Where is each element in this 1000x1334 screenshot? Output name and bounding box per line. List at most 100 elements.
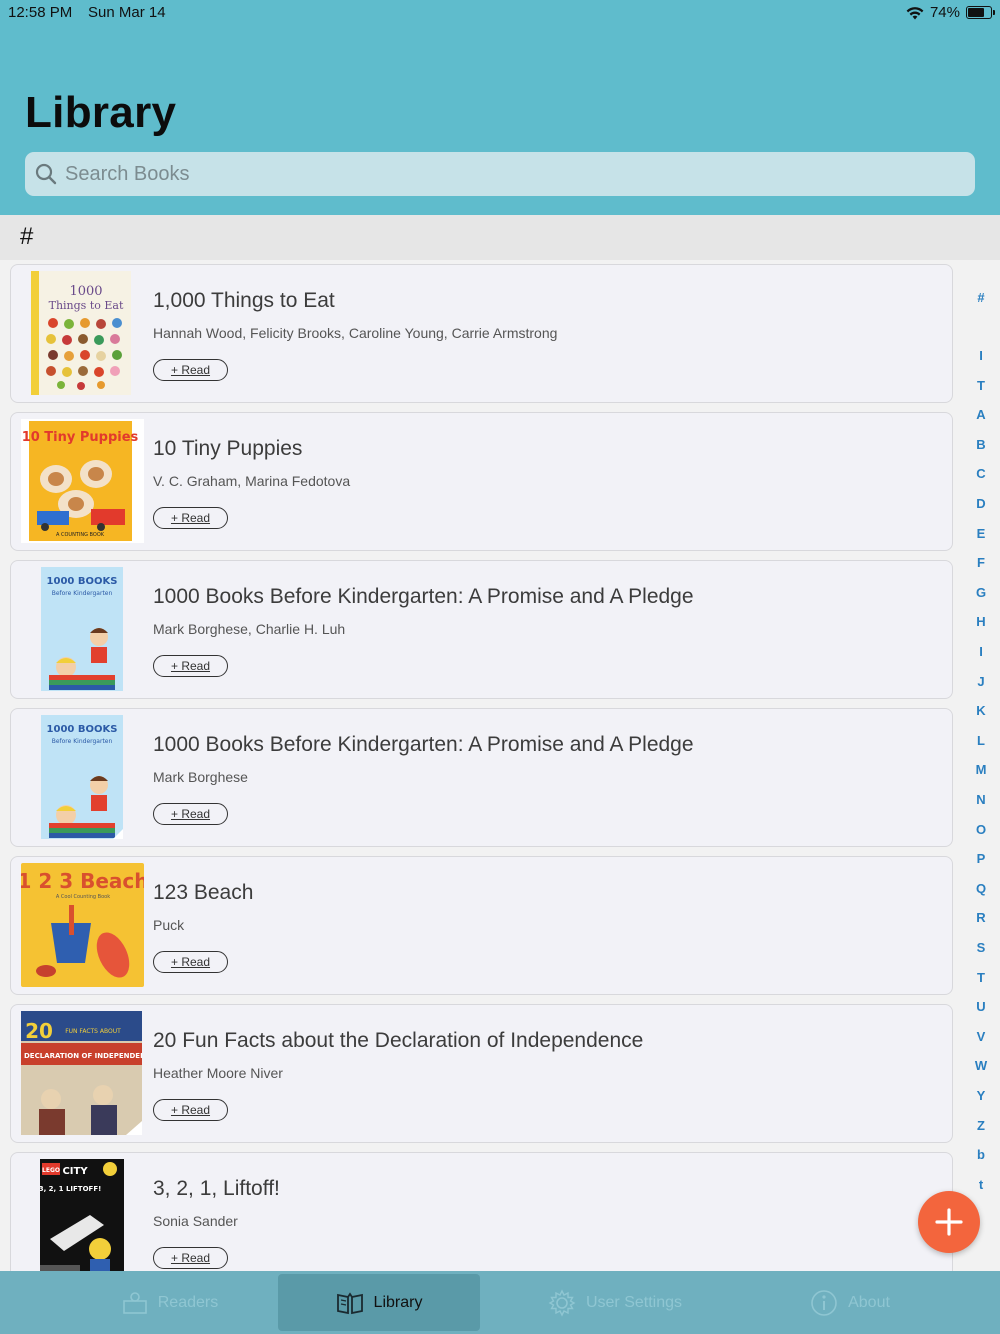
svg-text:Before Kindergarten: Before Kindergarten [52, 590, 113, 597]
book-title[interactable]: 10 Tiny Puppies [153, 437, 302, 461]
svg-text:THE DECLARATION OF INDEPENDENC: THE DECLARATION OF INDEPENDENCE [21, 1052, 142, 1060]
index-letter[interactable]: Z [962, 1118, 1000, 1133]
index-letter[interactable]: B [962, 437, 1000, 452]
index-letter[interactable]: G [962, 585, 1000, 600]
book-card[interactable]: 20 FUN FACTS ABOUT THE DECLARATION OF IN… [10, 1004, 953, 1143]
search-input[interactable] [65, 162, 945, 186]
svg-text:A Cool Counting Book: A Cool Counting Book [56, 894, 110, 900]
book-authors: Mark Borghese, Charlie H. Luh [153, 621, 346, 637]
svg-text:Things to Eat: Things to Eat [49, 299, 124, 312]
tab-user-settings[interactable]: User Settings [520, 1274, 710, 1331]
read-button[interactable]: + Read [153, 1247, 228, 1269]
book-authors: Sonia Sander [153, 1213, 238, 1229]
index-letter[interactable]: Q [962, 881, 1000, 896]
status-bar: 12:58 PM Sun Mar 14 74% [0, 0, 1000, 26]
svg-text:1000 BOOKS: 1000 BOOKS [47, 724, 118, 735]
book-card[interactable]: 1 2 3 Beach A Cool Counting Book 123 Bea… [10, 856, 953, 995]
index-letter[interactable]: t [962, 1177, 1000, 1192]
tab-readers[interactable]: Readers [70, 1274, 270, 1331]
svg-text:LEGO: LEGO [42, 1167, 60, 1174]
index-letter[interactable]: L [962, 733, 1000, 748]
book-card[interactable]: LEGO CITY 3, 2, 1 LIFTOFF! 3, 2, 1, Lift… [10, 1152, 953, 1271]
read-button[interactable]: + Read [153, 655, 228, 677]
tab-label: About [848, 1293, 890, 1311]
header: 12:58 PM Sun Mar 14 74% Library [0, 0, 1000, 215]
book-authors: V. C. Graham, Marina Fedotova [153, 473, 351, 489]
book-card[interactable]: 1000 BOOKS Before Kindergarten 1000 Book… [10, 708, 953, 847]
index-letter[interactable]: V [962, 1029, 1000, 1044]
index-letter[interactable]: U [962, 999, 1000, 1014]
book-cover-image: 10 Tiny Puppies A COUNTING BOOK [21, 419, 144, 543]
index-letter[interactable]: b [962, 1147, 1000, 1162]
book-authors: Heather Moore Niver [153, 1065, 283, 1081]
index-letter[interactable]: E [962, 526, 1000, 541]
book-title[interactable]: 1000 Books Before Kindergarten: A Promis… [153, 733, 694, 757]
read-button[interactable]: + Read [153, 803, 228, 825]
plus-icon [935, 1208, 963, 1236]
index-letter[interactable]: D [962, 496, 1000, 511]
book-card[interactable]: 10 Tiny Puppies A COUNTING BOOK 10 Tiny … [10, 412, 953, 551]
book-authors: Puck [153, 917, 185, 933]
page-title: Library [25, 88, 177, 137]
read-button[interactable]: + Read [153, 507, 228, 529]
tab-about[interactable]: About [780, 1274, 920, 1331]
battery-level [968, 8, 985, 17]
index-letter[interactable]: C [962, 466, 1000, 481]
tab-library[interactable]: Library [278, 1274, 480, 1331]
book-title[interactable]: 1000 Books Before Kindergarten: A Promis… [153, 585, 694, 609]
search-icon [35, 163, 57, 185]
svg-text:20: 20 [25, 1019, 53, 1043]
index-letter[interactable]: A [962, 407, 1000, 422]
index-letter[interactable]: M [962, 762, 1000, 777]
book-card[interactable]: 1000 Things to Eat 1,000 Things to Eat H… [10, 264, 953, 403]
svg-text:CITY: CITY [62, 1166, 88, 1177]
svg-text:3, 2, 1 LIFTOFF!: 3, 2, 1 LIFTOFF! [40, 1185, 101, 1193]
index-letter[interactable]: # [962, 290, 1000, 305]
tab-label: User Settings [585, 1293, 683, 1311]
wifi-icon [906, 6, 924, 19]
book-cover-image: 1000 BOOKS Before Kindergarten [41, 715, 123, 839]
tab-label: Readers [157, 1293, 219, 1311]
index-letter[interactable]: I [962, 644, 1000, 659]
search-bar[interactable] [25, 152, 975, 196]
index-letter[interactable]: R [962, 910, 1000, 925]
book-title[interactable]: 1,000 Things to Eat [153, 289, 335, 313]
index-letter[interactable]: W [962, 1058, 1000, 1073]
index-letter[interactable]: T [962, 970, 1000, 985]
index-letter[interactable]: F [962, 555, 1000, 570]
index-letter[interactable]: O [962, 822, 1000, 837]
svg-text:10 Tiny Puppies: 10 Tiny Puppies [22, 430, 139, 445]
book-card[interactable]: 1000 BOOKS Before Kindergarten 1000 Book… [10, 560, 953, 699]
battery-percent: 74% [929, 4, 960, 21]
svg-text:1000: 1000 [69, 284, 102, 299]
index-letter[interactable]: N [962, 792, 1000, 807]
battery-icon [966, 6, 995, 19]
book-authors: Hannah Wood, Felicity Brooks, Caroline Y… [153, 325, 558, 341]
book-authors: Mark Borghese [153, 769, 248, 785]
book-title[interactable]: 123 Beach [153, 881, 253, 905]
index-letter[interactable]: T [962, 378, 1000, 393]
tab-bar: Readers Library User Settings About [0, 1271, 1000, 1334]
index-letter[interactable]: S [962, 940, 1000, 955]
library-book-icon [336, 1291, 363, 1314]
book-title[interactable]: 3, 2, 1, Liftoff! [153, 1177, 280, 1201]
index-letter[interactable]: P [962, 851, 1000, 866]
book-list[interactable]: 1000 Things to Eat 1,000 Things to Eat H… [0, 260, 960, 1271]
index-letter[interactable]: J [962, 674, 1000, 689]
index-letter[interactable]: K [962, 703, 1000, 718]
read-button[interactable]: + Read [153, 951, 228, 973]
read-button[interactable]: + Read [153, 1099, 228, 1121]
add-book-button[interactable] [918, 1191, 980, 1253]
status-indicators: 74% [906, 4, 995, 21]
read-button[interactable]: + Read [153, 359, 228, 381]
section-header: # [0, 215, 1000, 260]
svg-text:1000 BOOKS: 1000 BOOKS [47, 576, 118, 587]
index-letter[interactable]: Y [962, 1088, 1000, 1103]
book-title[interactable]: 20 Fun Facts about the Declaration of In… [153, 1029, 643, 1053]
index-letter[interactable]: I [962, 348, 1000, 363]
svg-text:Before Kindergarten: Before Kindergarten [52, 738, 113, 745]
status-date: Sun Mar 14 [88, 4, 166, 21]
book-cover-image: 1000 Things to Eat [31, 271, 131, 395]
index-letter[interactable]: H [962, 614, 1000, 629]
book-cover-image: 1 2 3 Beach A Cool Counting Book [21, 863, 144, 987]
